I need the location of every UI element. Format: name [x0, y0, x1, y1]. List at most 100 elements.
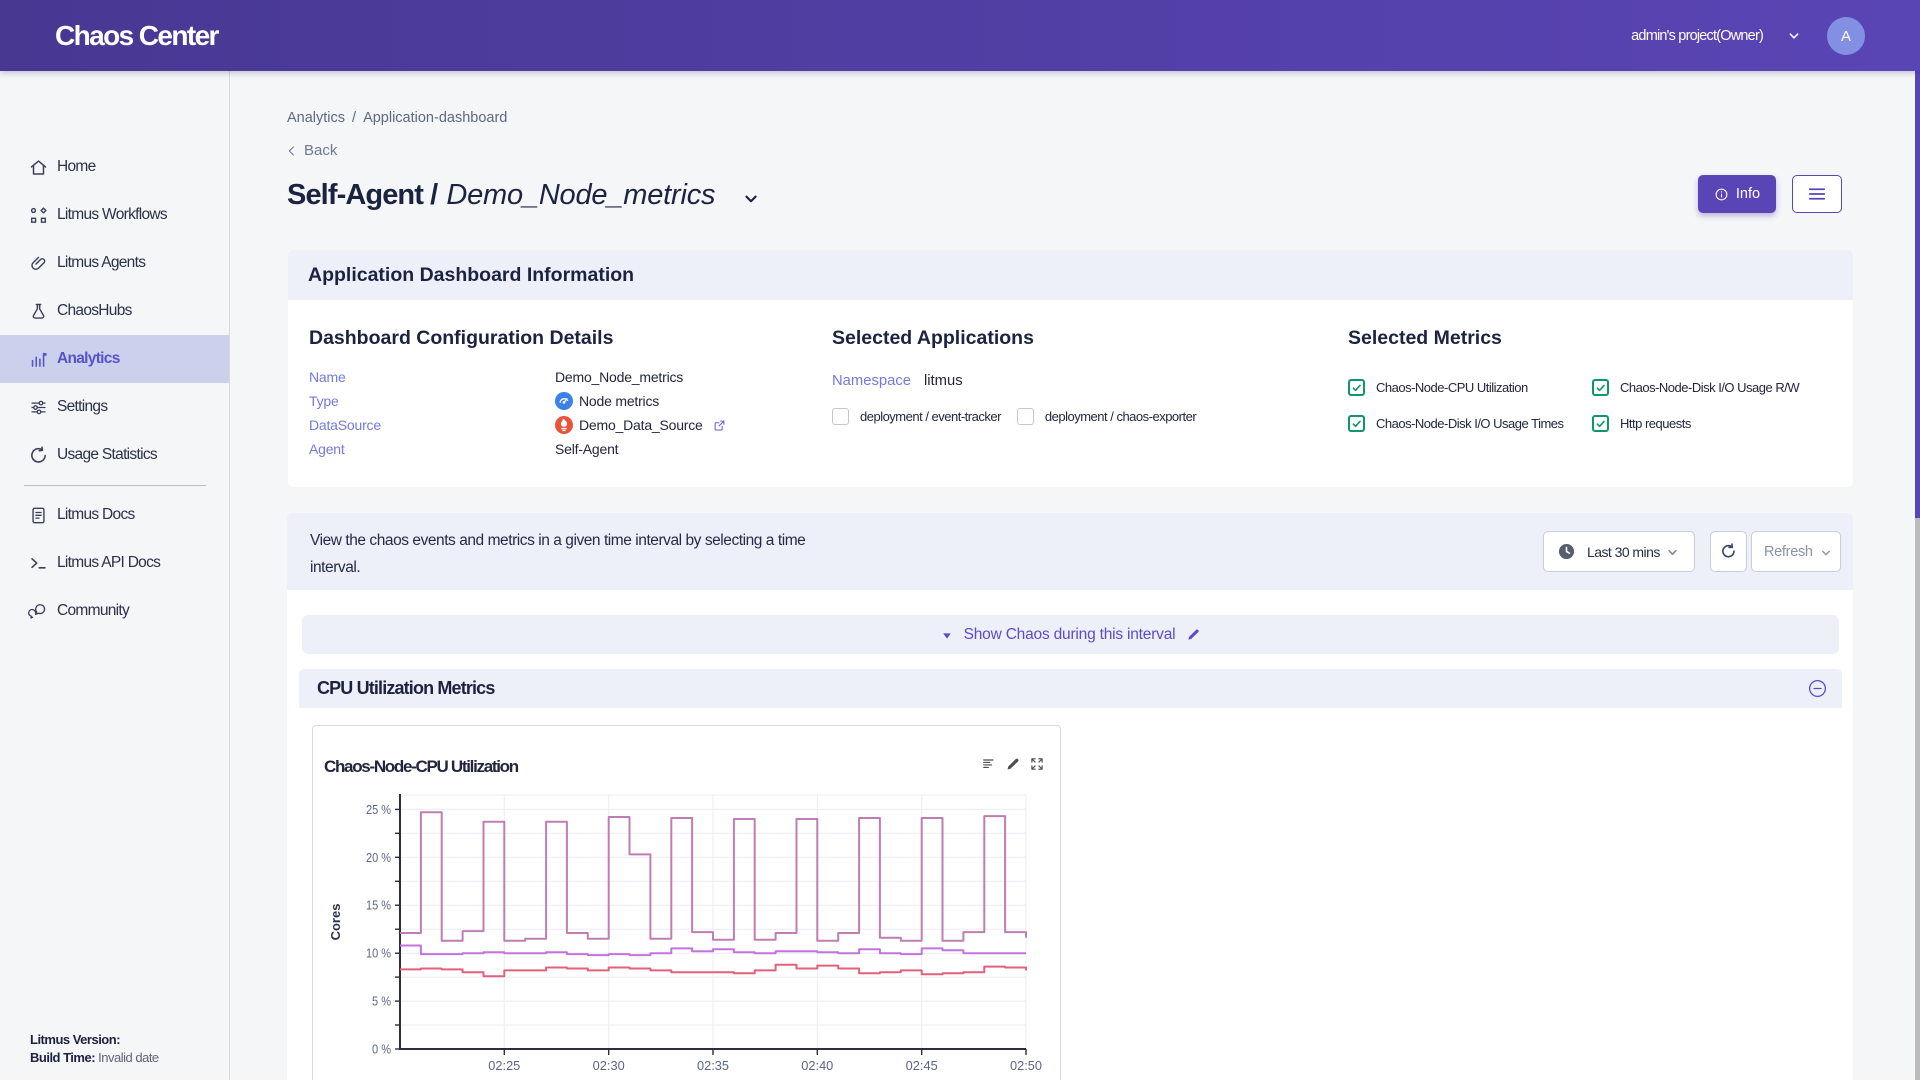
menu-button[interactable] — [1792, 175, 1842, 213]
triangle-down-icon — [940, 629, 954, 643]
config-value: Node metrics — [579, 393, 659, 409]
back-button[interactable]: Back — [285, 142, 337, 159]
time-range-value: Last 30 mins — [1587, 544, 1660, 560]
checkbox[interactable] — [1017, 408, 1034, 425]
sidebar-item-label: Community — [57, 602, 129, 620]
namespace-row: Namespace litmus — [832, 369, 963, 393]
application-checkbox-item: deployment / event-tracker — [832, 408, 1001, 425]
sidebar-item-chaoshubs[interactable]: ChaosHubs — [0, 287, 229, 335]
config-label: DataSource — [309, 417, 555, 433]
checkbox[interactable] — [832, 408, 849, 425]
title-chevron-down-icon[interactable] — [741, 189, 761, 209]
breadcrumb-application-dashboard[interactable]: Application-dashboard — [363, 110, 507, 126]
svg-text:02:35: 02:35 — [697, 1059, 729, 1073]
breadcrumb-analytics[interactable]: Analytics — [287, 110, 345, 126]
version-label: Litmus Version: — [30, 1032, 120, 1047]
selected-applications-heading: Selected Applications — [832, 327, 1034, 350]
svg-text:20 %: 20 % — [366, 851, 391, 865]
sidebar-item-label: Analytics — [57, 350, 120, 368]
agents-icon — [28, 253, 49, 274]
sidebar-item-community[interactable]: Community — [0, 587, 229, 635]
sidebar-item-label: Litmus API Docs — [57, 554, 160, 572]
metrics-checkboxes: Chaos-Node-CPU Utilization Chaos-Node-Dis… — [1348, 375, 1808, 447]
info-button-label: Info — [1736, 186, 1760, 202]
dashboard-information-panel: Application Dashboard Information Dashbo… — [288, 250, 1853, 487]
applications-checkboxes: deployment / event-tracker deployment / c… — [832, 404, 1196, 428]
back-label: Back — [304, 142, 337, 159]
build-time-value: Invalid date — [98, 1050, 159, 1065]
info-icon — [1714, 187, 1729, 202]
checkbox-label: deployment / chaos-exporter — [1045, 409, 1196, 424]
clock-icon — [1557, 542, 1576, 561]
checkbox-label: Chaos-Node-Disk I/O Usage Times — [1376, 416, 1564, 431]
sidebar-item-litmus-agents[interactable]: Litmus Agents — [0, 239, 229, 287]
time-interval-panel: View the chaos events and metrics in a g… — [287, 513, 1853, 590]
project-selector[interactable]: admin's project(Owner) — [1631, 0, 1763, 71]
time-interval-description: View the chaos events and metrics in a g… — [310, 527, 805, 581]
checkbox[interactable] — [1592, 379, 1609, 396]
svg-text:Cores: Cores — [328, 904, 343, 941]
namespace-label: Namespace — [832, 373, 911, 389]
checkbox[interactable] — [1348, 415, 1365, 432]
sidebar-item-litmus-workflows[interactable]: Litmus Workflows — [0, 191, 229, 239]
refresh-interval-dropdown[interactable]: Refresh — [1751, 531, 1841, 572]
sidebar-item-label: Home — [57, 158, 96, 176]
checkbox-label: Http requests — [1620, 416, 1691, 431]
config-row-type: TypeNode metrics — [309, 389, 727, 413]
node-metrics-icon — [555, 392, 573, 410]
cpu-utilization-section-header: CPU Utilization Metrics — [299, 669, 1842, 708]
metric-checkbox-item: Chaos-Node-Disk I/O Usage R/W — [1592, 379, 1799, 396]
page-title-agent: Self-Agent / — [287, 179, 437, 212]
info-button[interactable]: Info — [1698, 175, 1776, 213]
page-title: Self-Agent / Demo_Node_metrics — [287, 179, 761, 212]
svg-text:02:25: 02:25 — [488, 1059, 520, 1073]
sidebar-item-settings[interactable]: Settings — [0, 383, 229, 431]
sidebar-nav: Home Litmus Workflows Litmus Agents ChaosHu… — [0, 143, 229, 479]
dashboard-main-card: View the chaos events and metrics in a g… — [287, 513, 1853, 1080]
sidebar-item-usage-statistics[interactable]: Usage Statistics — [0, 431, 229, 479]
collapse-section-icon[interactable] — [1807, 678, 1828, 699]
sidebar-item-analytics[interactable]: Analytics — [0, 335, 229, 383]
sidebar-item-label: Litmus Workflows — [57, 206, 167, 224]
checkbox[interactable] — [1348, 379, 1365, 396]
config-details-heading: Dashboard Configuration Details — [309, 327, 613, 350]
svg-text:25 %: 25 % — [366, 803, 391, 817]
svg-text:0 %: 0 % — [372, 1043, 391, 1057]
check-icon — [1594, 381, 1607, 394]
chevron-down-icon — [1819, 546, 1833, 560]
app-title: Chaos Center — [55, 0, 218, 71]
namespace-value: litmus — [924, 373, 963, 389]
sidebar: Home Litmus Workflows Litmus Agents ChaosHu… — [0, 71, 230, 1080]
svg-text:02:50: 02:50 — [1010, 1059, 1042, 1073]
metric-checkbox-item: Http requests — [1592, 415, 1691, 432]
top-header-bar: Chaos Center admin's project(Owner) A — [0, 0, 1920, 71]
checkbox[interactable] — [1592, 415, 1609, 432]
avatar[interactable]: A — [1827, 17, 1865, 55]
metric-checkbox-item: Chaos-Node-CPU Utilization — [1348, 379, 1592, 396]
config-row-agent: AgentSelf-Agent — [309, 437, 727, 461]
refresh-dropdown-label: Refresh — [1764, 544, 1813, 560]
svg-text:02:45: 02:45 — [906, 1059, 938, 1073]
breadcrumb: Analytics/Application-dashboard — [287, 110, 507, 126]
config-label: Name — [309, 369, 555, 385]
sidebar-item-litmus-api-docs[interactable]: Litmus API Docs — [0, 539, 229, 587]
version-info: Litmus Version: Build Time: Invalid date — [30, 1031, 159, 1067]
show-chaos-label: Show Chaos during this interval — [964, 626, 1176, 644]
sidebar-item-litmus-docs[interactable]: Litmus Docs — [0, 491, 229, 539]
scrollbar-thumb[interactable] — [1915, 71, 1920, 518]
pencil-icon[interactable] — [1186, 627, 1201, 642]
sidebar-item-label: ChaosHubs — [57, 302, 132, 320]
sidebar-item-home[interactable]: Home — [0, 143, 229, 191]
application-checkbox-item: deployment / chaos-exporter — [1017, 408, 1196, 425]
chevron-down-icon[interactable] — [1786, 28, 1802, 44]
checkbox-label: Chaos-Node-CPU Utilization — [1376, 380, 1528, 395]
workflows-icon — [28, 205, 49, 226]
refresh-now-button[interactable] — [1710, 531, 1747, 572]
time-range-dropdown[interactable]: Last 30 mins — [1543, 531, 1695, 572]
show-chaos-toggle[interactable]: Show Chaos during this interval — [302, 615, 1839, 654]
checkbox-label: Chaos-Node-Disk I/O Usage R/W — [1620, 380, 1799, 395]
external-link-icon — [712, 418, 727, 433]
sidebar-item-label: Litmus Agents — [57, 254, 145, 272]
build-time-label: Build Time: — [30, 1050, 95, 1065]
community-icon — [28, 601, 49, 622]
